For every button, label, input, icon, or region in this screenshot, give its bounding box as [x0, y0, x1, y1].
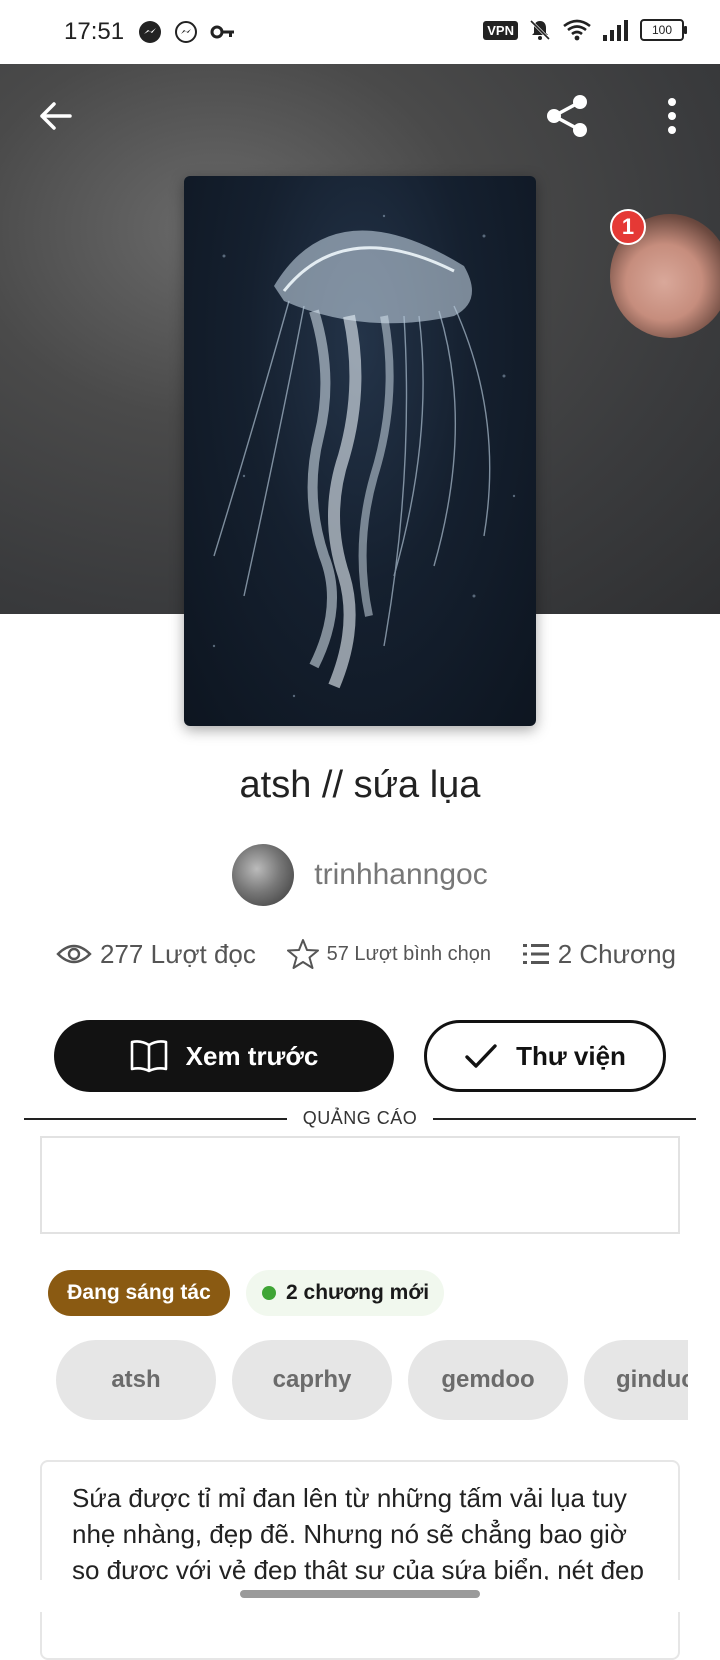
messenger-icon	[139, 21, 161, 43]
tags-row[interactable]: atsh caprhy gemdoo ginduc	[56, 1340, 688, 1420]
votes-stat: 57 Lượt bình chọn	[286, 938, 491, 970]
votes-count: 57 Lượt bình chọn	[326, 942, 491, 965]
notification-icons	[138, 20, 236, 44]
tag-pill[interactable]: ginduc	[584, 1340, 688, 1420]
library-label: Thư viện	[516, 1040, 626, 1071]
ongoing-status-badge: Đang sáng tác	[48, 1270, 230, 1316]
story-description[interactable]: Sứa được tỉ mỉ đan lên từ những tấm vải …	[40, 1460, 680, 1660]
star-icon	[286, 939, 319, 969]
preview-label: Xem trước	[185, 1040, 319, 1071]
description-line: Sứa được tỉ mỉ đan lên từ những tấm vải …	[72, 1483, 627, 1513]
author-row[interactable]: trinhhanngoc	[0, 844, 720, 906]
status-bar: 17:51 VPN 100	[0, 0, 720, 64]
library-button[interactable]: Thư viện	[424, 1020, 666, 1092]
share-icon[interactable]	[544, 92, 592, 140]
system-icons: VPN 100	[483, 18, 687, 42]
more-vertical-icon[interactable]	[658, 96, 686, 136]
reads-count: 277 Lượt đọc	[100, 938, 256, 969]
battery-icon: 100	[640, 19, 687, 41]
author-name[interactable]: trinhhanngoc	[314, 858, 487, 892]
new-dot-icon	[262, 1286, 276, 1300]
chapters-count: 2 Chương	[557, 938, 676, 969]
back-arrow-icon[interactable]	[36, 96, 76, 136]
notification-badge: 1	[610, 209, 646, 245]
story-cover-image	[184, 176, 536, 726]
preview-button[interactable]: Xem trước	[54, 1020, 394, 1092]
author-avatar[interactable]	[232, 844, 295, 906]
ongoing-status-label: Đang sáng tác	[67, 1281, 211, 1304]
reads-stat: 277 Lượt đọc	[56, 939, 256, 970]
new-chapters-label: 2 chương mới	[286, 1281, 430, 1304]
eye-icon	[56, 944, 92, 964]
home-indicator[interactable]	[240, 1590, 480, 1598]
ad-slot[interactable]	[40, 1136, 680, 1234]
ad-divider: QUẢNG CÁO	[24, 1108, 697, 1129]
description-line: nhẹ nhàng, đẹp đẽ. Nhưng nó sẽ chẳng bao…	[72, 1519, 627, 1549]
ad-label: QUẢNG CÁO	[302, 1108, 418, 1128]
story-stats: 277 Lượt đọc 57 Lượt bình chọn 2 Chương	[56, 938, 676, 970]
wifi-icon	[563, 19, 591, 41]
bell-off-icon	[529, 19, 551, 41]
messenger-outline-icon	[175, 21, 197, 43]
tag-pill[interactable]: gemdoo	[408, 1340, 568, 1420]
battery-level: 100	[651, 23, 673, 37]
tag-pill[interactable]: atsh	[56, 1340, 216, 1420]
tag-pill[interactable]: caprhy	[232, 1340, 392, 1420]
vpn-icon: VPN	[483, 20, 518, 40]
check-icon	[465, 1044, 497, 1068]
signal-icon	[603, 20, 628, 41]
list-icon	[522, 944, 549, 964]
chapters-stat: 2 Chương	[522, 939, 676, 970]
story-title: atsh // sứa lụa	[239, 764, 481, 806]
new-chapters-badge: 2 chương mới	[246, 1270, 444, 1316]
key-icon	[210, 25, 234, 39]
book-open-icon	[130, 1040, 167, 1073]
status-time: 17:51	[64, 18, 125, 45]
